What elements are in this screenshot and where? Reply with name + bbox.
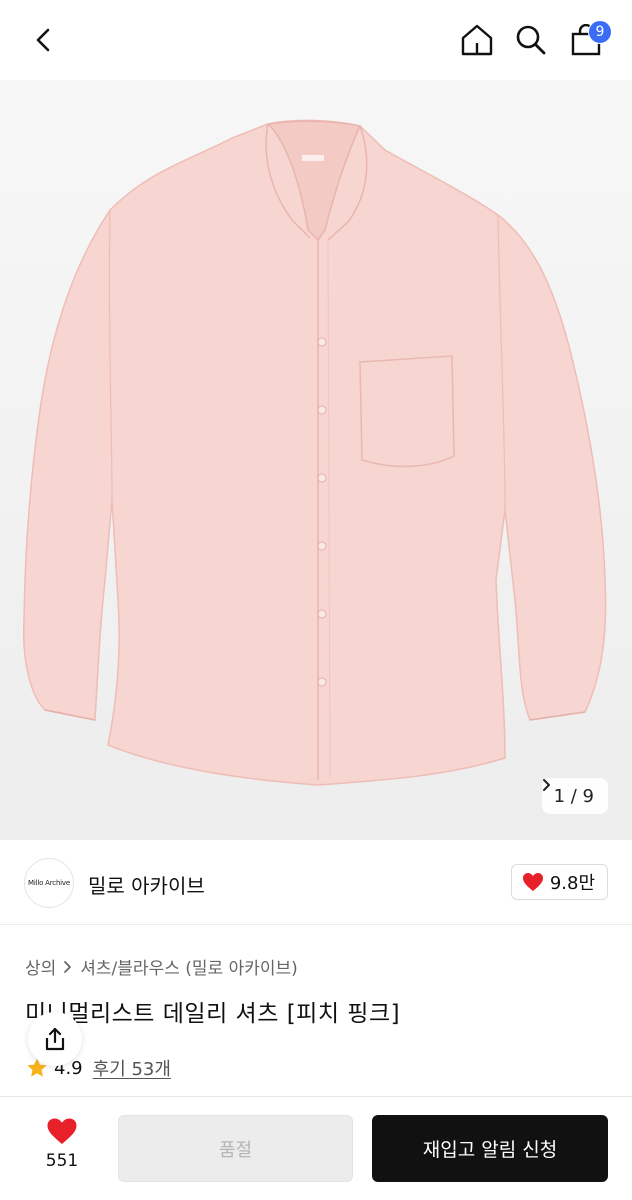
breadcrumb-root[interactable]: 상의 <box>25 954 56 979</box>
product-image-gallery[interactable]: 1 / 9 <box>0 80 632 840</box>
image-counter-text: 1 / 9 <box>553 785 594 807</box>
back-button[interactable] <box>22 18 66 62</box>
brand-logo-text: Millo Archive <box>28 879 70 887</box>
search-icon <box>516 25 546 55</box>
image-counter[interactable]: 1 / 9 <box>541 778 608 814</box>
cart-count-badge: 9 <box>588 20 612 44</box>
home-button[interactable] <box>455 18 499 62</box>
cart-button[interactable]: 9 <box>564 18 612 62</box>
brand-row[interactable]: Millo Archive 밀로 아카이브 9.8만 <box>0 840 632 925</box>
chevron-left-icon <box>36 28 50 52</box>
home-icon <box>461 24 493 56</box>
search-button[interactable] <box>509 18 553 62</box>
brand-name[interactable]: 밀로 아카이브 <box>88 870 205 899</box>
brand-like-button[interactable]: 9.8만 <box>510 864 608 900</box>
wishlist-count: 551 <box>45 1151 79 1171</box>
share-icon <box>45 1027 65 1051</box>
brand-logo[interactable]: Millo Archive <box>24 858 74 908</box>
breadcrumb-category[interactable]: 셔츠/블라우스 (밀로 아카이브) <box>80 954 297 979</box>
top-bar: 9 <box>0 0 632 80</box>
share-button[interactable] <box>28 1012 82 1066</box>
soldout-button[interactable]: 품절 <box>118 1115 353 1182</box>
chevron-right-icon <box>542 779 550 791</box>
restock-alert-button[interactable]: 재입고 알림 신청 <box>372 1115 608 1182</box>
wishlist-button[interactable]: 551 <box>36 1117 88 1179</box>
breadcrumb: 상의 셔츠/블라우스 (밀로 아카이브) <box>25 954 298 979</box>
heart-icon <box>47 1118 77 1144</box>
heart-icon <box>522 873 543 891</box>
brand-like-count: 9.8만 <box>549 873 595 894</box>
bottom-action-bar: 551 품절 재입고 알림 신청 <box>0 1096 632 1200</box>
review-count-link[interactable]: 후기 53개 <box>93 1055 171 1081</box>
product-title: 미니멀리스트 데일리 셔츠 [피치 핑크] <box>25 1001 401 1027</box>
chevron-right-icon <box>64 960 72 973</box>
product-image <box>22 119 607 786</box>
